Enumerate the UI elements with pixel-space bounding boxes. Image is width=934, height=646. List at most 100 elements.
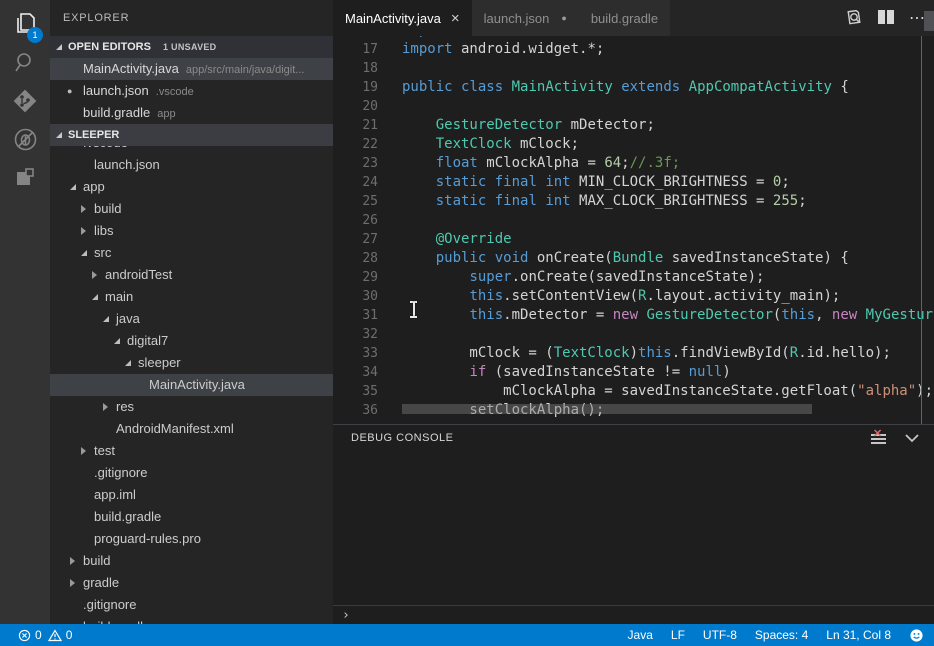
code-line[interactable]: 22 TextClock mClock; [333, 135, 934, 154]
tab-build-gradle[interactable]: build.gradle [579, 0, 670, 36]
line-content: mClockAlpha = savedInstanceState.getFloa… [402, 382, 933, 401]
tree-item-build-gradle[interactable]: build.gradle [50, 506, 333, 528]
open-preview-icon[interactable] [845, 8, 863, 29]
status-java[interactable]: Java [628, 628, 653, 642]
tree-item-digital7[interactable]: digital7 [50, 330, 333, 352]
chevron-expanded-icon [114, 338, 120, 344]
collapse-panel-icon[interactable] [904, 431, 920, 446]
tree-item-app[interactable]: app [50, 176, 333, 198]
tree-item-androidmanifest-xml[interactable]: AndroidManifest.xml [50, 418, 333, 440]
code-line[interactable]: 17import android.widget.*; [333, 40, 934, 59]
code-line[interactable]: 24 static final int MIN_CLOCK_BRIGHTNESS… [333, 173, 934, 192]
tree-item-java[interactable]: java [50, 308, 333, 330]
line-content: this.setContentView(R.layout.activity_ma… [402, 287, 840, 306]
open-editor-item[interactable]: build.gradleapp [50, 102, 333, 124]
tree-item--gitignore[interactable]: .gitignore [50, 594, 333, 616]
chevron-collapsed-icon [81, 447, 86, 455]
feedback-smiley-icon[interactable] [909, 628, 924, 643]
tab-launch-json[interactable]: launch.json● [472, 0, 579, 36]
line-content: @Override [402, 230, 512, 249]
folder-section-header[interactable]: SLEEPER [50, 124, 333, 146]
tree-item-label: app [83, 176, 105, 198]
line-content: public void onCreate(Bundle savedInstanc… [402, 249, 849, 268]
code-line[interactable]: 21 GestureDetector mDetector; [333, 116, 934, 135]
modified-dot-icon[interactable]: ● [561, 13, 566, 23]
code-line[interactable]: 19public class MainActivity extends AppC… [333, 78, 934, 97]
line-number: 36 [333, 401, 378, 420]
open-editors-header[interactable]: OPEN EDITORS 1 UNSAVED [50, 36, 333, 58]
tree-item-libs[interactable]: libs [50, 220, 333, 242]
code-line[interactable]: 29 super.onCreate(savedInstanceState); [333, 268, 934, 287]
code-editor[interactable]: import android.view.*;17import android.w… [333, 36, 934, 424]
code-line[interactable]: 33 mClock = (TextClock)this.findViewById… [333, 344, 934, 363]
tree-item-proguard-rules-pro[interactable]: proguard-rules.pro [50, 528, 333, 550]
open-editor-item[interactable]: ●launch.json.vscode [50, 80, 333, 102]
tree-item-androidtest[interactable]: androidTest [50, 264, 333, 286]
line-number: 31 [333, 306, 378, 325]
tree-item-mainactivity-java[interactable]: MainActivity.java [50, 374, 333, 396]
line-number: 34 [333, 363, 378, 382]
tree-item-res[interactable]: res [50, 396, 333, 418]
line-number: 29 [333, 268, 378, 287]
close-tab-icon[interactable]: × [451, 10, 460, 27]
line-number: 23 [333, 154, 378, 173]
code-line[interactable]: 26 [333, 211, 934, 230]
tree-item-app-iml[interactable]: app.iml [50, 484, 333, 506]
code-line[interactable]: 20 [333, 97, 934, 116]
overview-ruler-border [921, 36, 922, 424]
tree-item-test[interactable]: test [50, 440, 333, 462]
status-lf[interactable]: LF [671, 628, 685, 642]
tree-item-main[interactable]: main [50, 286, 333, 308]
open-editor-name: build.gradle [83, 105, 150, 120]
file-tree: .vscodelaunch.jsonappbuildlibssrcandroid… [50, 132, 333, 624]
code-line[interactable]: 23 float mClockAlpha = 64;//.3f; [333, 154, 934, 173]
search-icon[interactable] [0, 44, 50, 82]
tree-item-label: libs [94, 220, 114, 242]
chevron-collapsed-icon [70, 579, 75, 587]
status-ln-31-col-8[interactable]: Ln 31, Col 8 [826, 628, 891, 642]
vertical-scrollbar[interactable] [924, 11, 934, 31]
tree-item-build-gradle[interactable]: build.gradle [50, 616, 333, 624]
status-utf-8[interactable]: UTF-8 [703, 628, 737, 642]
open-editors-label: OPEN EDITORS [68, 41, 151, 53]
explorer-sidebar: EXPLORER OPEN EDITORS 1 UNSAVED MainActi… [50, 0, 333, 624]
tree-item-label: .gitignore [83, 594, 136, 616]
code-line[interactable]: 27 @Override [333, 230, 934, 249]
split-editor-icon[interactable] [877, 9, 895, 28]
code-line[interactable]: 30 this.setContentView(R.layout.activity… [333, 287, 934, 306]
code-line[interactable]: 25 static final int MAX_CLOCK_BRIGHTNESS… [333, 192, 934, 211]
code-line[interactable]: 32 [333, 325, 934, 344]
tree-item-launch-json[interactable]: launch.json [50, 154, 333, 176]
tab-mainactivity-java[interactable]: MainActivity.java× [333, 0, 472, 36]
code-line[interactable]: 18 [333, 59, 934, 78]
debug-console-input[interactable]: › [333, 605, 934, 625]
extensions-icon[interactable] [0, 158, 50, 196]
tree-item-gradle[interactable]: gradle [50, 572, 333, 594]
warnings-status[interactable]: 0 [48, 628, 73, 642]
tree-item-src[interactable]: src [50, 242, 333, 264]
tree-item-build[interactable]: build [50, 550, 333, 572]
console-prompt: › [342, 608, 350, 623]
status-spaces-4[interactable]: Spaces: 4 [755, 628, 808, 642]
line-number: 19 [333, 78, 378, 97]
horizontal-scrollbar[interactable] [402, 404, 812, 414]
chevron-collapsed-icon [81, 227, 86, 235]
code-line[interactable]: 35 mClockAlpha = savedInstanceState.getF… [333, 382, 934, 401]
tree-item-build[interactable]: build [50, 198, 333, 220]
code-line[interactable]: 31 this.mDetector = new GestureDetector(… [333, 306, 934, 325]
line-content: static final int MAX_CLOCK_BRIGHTNESS = … [402, 192, 807, 211]
tree-item-label: gradle [83, 572, 119, 594]
tree-item-sleeper[interactable]: sleeper [50, 352, 333, 374]
code-line[interactable]: 28 public void onCreate(Bundle savedInst… [333, 249, 934, 268]
line-content: float mClockAlpha = 64;//.3f; [402, 154, 680, 173]
source-control-icon[interactable] [0, 82, 50, 120]
tree-item-label: build.gradle [83, 616, 150, 624]
warning-count: 0 [66, 628, 73, 642]
tree-item--gitignore[interactable]: .gitignore [50, 462, 333, 484]
open-editor-item[interactable]: MainActivity.javaapp/src/main/java/digit… [50, 58, 333, 80]
code-line[interactable]: 34 if (savedInstanceState != null) [333, 363, 934, 382]
clear-console-icon[interactable]: ✕ [871, 432, 886, 445]
explorer-icon[interactable]: 1 [0, 6, 50, 44]
errors-status[interactable]: 0 [18, 628, 42, 642]
debug-icon[interactable] [0, 120, 50, 158]
